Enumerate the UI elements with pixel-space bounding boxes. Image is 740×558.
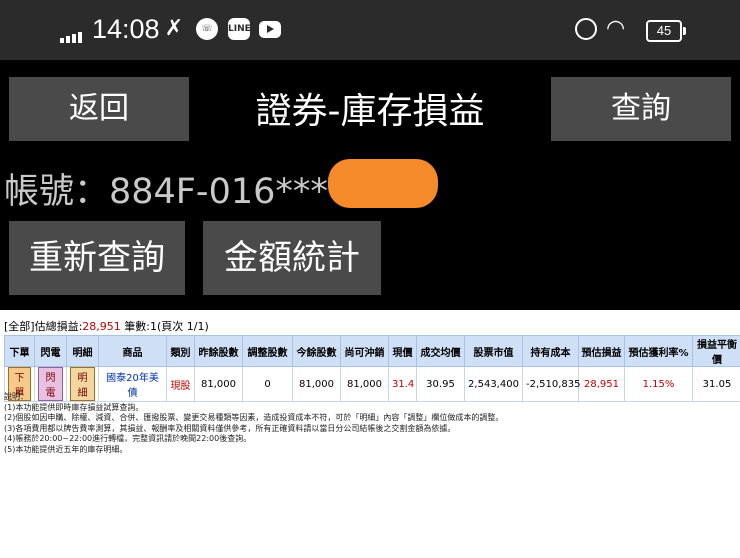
status-time: 14:08 [92, 14, 160, 44]
col-header: 昨餘股數 [194, 335, 243, 367]
col-header: 損益平衡價 [692, 335, 740, 367]
col-header: 預估獲利率% [624, 335, 693, 367]
col-header: 成交均價 [416, 335, 465, 367]
page-title: 證券-庫存損益 [255, 91, 485, 132]
total-profit-loss: 28,951 [82, 320, 121, 333]
cost-cell: -2,510,835 [522, 366, 581, 402]
summary-prefix: [全部]估總損益: [4, 320, 83, 333]
est-profit-cell: 28,951 [578, 366, 625, 402]
note-line: (3)各項費用都以牌告費率測算，其損益、報酬率及相關資料僅供參考，所有正確資料請… [4, 423, 456, 433]
whatsapp-icon: ☏ [196, 18, 218, 40]
col-header: 閃電 [34, 335, 67, 367]
note-line: (2)個股如因申購、除權、減資、合併、匯撥股票、變更交易種類等因素，造成投資成本… [4, 413, 504, 422]
note-line: (5)本功能提供近五年的庫存明細。 [4, 444, 128, 454]
col-header: 調整股數 [242, 335, 293, 367]
notes: 說明： (1)本功能提供即時庫存損益試算查詢。 (2)個股如因申購、除權、減資、… [4, 392, 503, 455]
alarm-icon [575, 18, 597, 40]
account-number: 帳號：884F-016**** [4, 172, 346, 212]
table-header-row: 下單 閃電 明細 商品 類別 昨餘股數 調整股數 今餘股數 尚可沖銷 現價 成交… [4, 335, 740, 367]
battery-icon: 45 [646, 20, 686, 42]
note-line: (4)帳務於20:00~22:00進行轉檔，完整資訊請於晚間22:00後查詢。 [4, 434, 252, 443]
est-rate-cell: 1.15% [624, 366, 693, 402]
note-line: (1)本功能提供即時庫存損益試算查詢。 [4, 402, 144, 412]
col-header: 股票市值 [464, 335, 523, 367]
col-header: 類別 [166, 335, 195, 367]
col-header: 尚可沖銷 [340, 335, 389, 367]
record-count: 筆數:1(頁次 1/1) [120, 320, 209, 333]
requery-button[interactable]: 重新查詢 [9, 221, 185, 295]
summary-line: [全部]估總損益:28,951 筆數:1(頁次 1/1) [4, 318, 209, 334]
line-app-icon: LINE [228, 18, 251, 40]
signal-icon [60, 24, 84, 43]
breakeven-cell: 31.05 [692, 366, 740, 402]
col-header: 明細 [66, 335, 99, 367]
status-bar: 14:08 ✗ ☏ LINE ◠ 45 [0, 0, 740, 60]
col-header: 現價 [388, 335, 417, 367]
col-header: 今餘股數 [292, 335, 341, 367]
page-header: 返回 證券-庫存損益 查詢 帳號：884F-016**** 重新查詢 金額統計 [0, 60, 740, 310]
notes-title: 說明： [4, 392, 28, 401]
back-button[interactable]: 返回 [9, 77, 189, 141]
amount-stats-button[interactable]: 金額統計 [203, 221, 381, 295]
youtube-icon [259, 21, 281, 38]
x-app-icon: ✗ [164, 16, 184, 41]
col-header: 下單 [4, 335, 35, 367]
col-header: 預估損益 [578, 335, 625, 367]
query-button[interactable]: 查詢 [551, 77, 731, 141]
redaction-mask [328, 159, 438, 208]
wifi-icon: ◠ [606, 16, 626, 41]
col-header: 商品 [98, 335, 167, 367]
col-header: 持有成本 [522, 335, 579, 367]
